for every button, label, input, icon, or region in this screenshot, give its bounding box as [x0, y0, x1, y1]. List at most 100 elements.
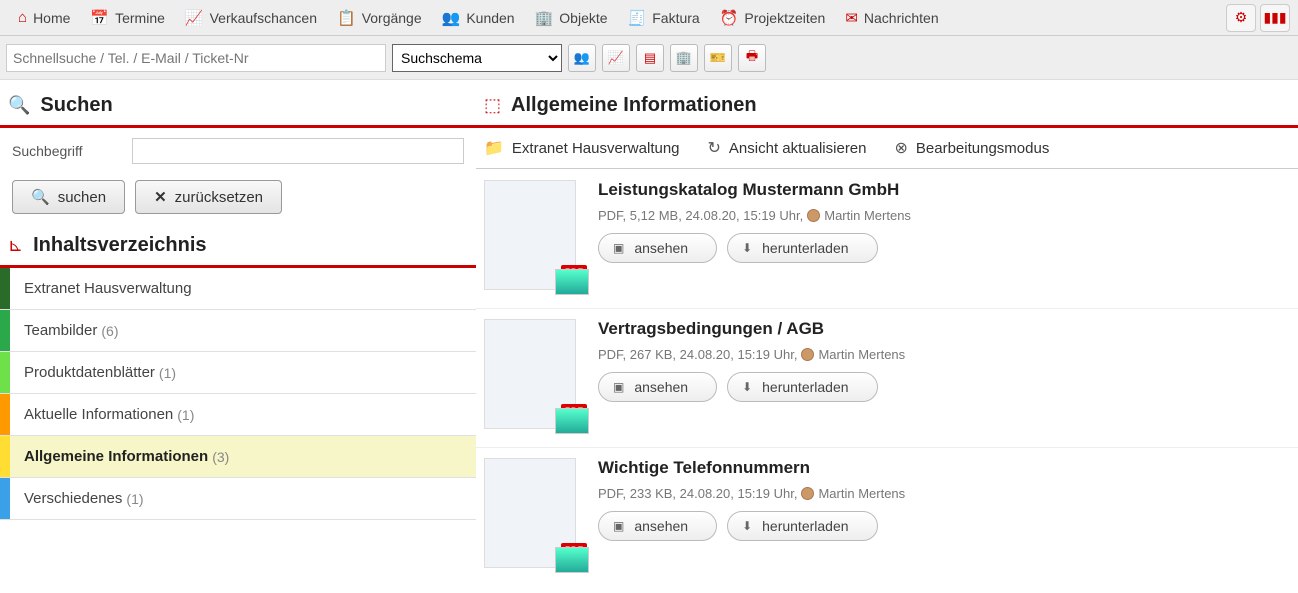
topnav-item-4[interactable]: 👥 Kunden	[432, 0, 525, 36]
topnav-item-2[interactable]: 📈 Verkaufschancen	[175, 0, 327, 36]
gear-icon: ⚙	[1235, 9, 1248, 26]
nav-label: Verkaufschancen	[210, 10, 317, 26]
toc-count: (6)	[101, 323, 118, 339]
author-avatar-icon	[801, 487, 814, 500]
author-avatar-icon	[801, 348, 814, 361]
download-button[interactable]: ⬇herunterladen	[727, 233, 877, 263]
search-icon: 🔍	[31, 188, 50, 206]
view-icon: ▣	[613, 241, 624, 255]
view-icon: ▣	[613, 380, 624, 394]
document-meta: PDF, 233 KB, 24.08.20, 15:19 Uhr, Martin…	[598, 486, 1290, 501]
document-thumbnail[interactable]: PDF	[484, 180, 576, 290]
schema-opportunities-button[interactable]: 📈	[602, 44, 630, 72]
extranet-link[interactable]: 📁Extranet Hausverwaltung	[484, 138, 680, 158]
toc-color-bar	[0, 310, 10, 351]
toc-color-bar	[0, 268, 10, 309]
schema-customers-button[interactable]: 👥	[568, 44, 596, 72]
reset-button[interactable]: ✕zurücksetzen	[135, 180, 282, 214]
document-meta: PDF, 267 KB, 24.08.20, 15:19 Uhr, Martin…	[598, 347, 1290, 362]
toc-item-2[interactable]: Produktdatenblätter (1)	[0, 352, 476, 394]
document-title: Wichtige Telefonnummern	[598, 458, 1290, 478]
nav-icon: 📅	[90, 9, 109, 27]
search-term-label: Suchbegriff	[12, 143, 132, 159]
view-icon: ▣	[613, 519, 624, 533]
topnav-item-5[interactable]: 🏢Objekte	[525, 0, 618, 36]
folder-icon: 📁	[484, 138, 504, 158]
edit-mode-link[interactable]: ⊗Bearbeitungsmodus	[895, 138, 1050, 158]
nav-icon: 🏢	[535, 9, 554, 27]
view-button[interactable]: ▣ansehen	[598, 372, 717, 402]
topnav-item-6[interactable]: 🧾 Faktura	[618, 0, 710, 36]
topnav-item-1[interactable]: 📅Termine	[80, 0, 174, 36]
topnav-item-3[interactable]: 📋 Vorgänge	[327, 0, 432, 36]
toc-color-bar	[0, 352, 10, 393]
nav-icon: 📈	[185, 9, 204, 27]
nav-label: Projektzeiten	[744, 10, 825, 26]
building-icon: 🏢	[676, 50, 692, 66]
printer-icon: 🖶	[746, 47, 758, 69]
top-navigation: ⌂Home📅Termine 📈 Verkaufschancen 📋 Vorgänge 👥 K…	[0, 0, 1298, 36]
nav-icon: 👥	[442, 9, 461, 27]
left-panel: 🔍 Suchen Suchbegriff 🔍suchen ✕zurücksetz…	[0, 80, 476, 586]
toc-color-bar	[0, 478, 10, 519]
toc-item-0[interactable]: Extranet Hausverwaltung	[0, 268, 476, 310]
bar-chart-icon: ▮▮▮	[1263, 9, 1286, 26]
view-button[interactable]: ▣ansehen	[598, 511, 717, 541]
chart-icon: 📈	[608, 50, 624, 66]
search-button[interactable]: 🔍suchen	[12, 180, 125, 214]
quick-search-bar: Suchschema 👥 📈 ▤ 🏢 🎫 🖶	[0, 36, 1298, 80]
people-icon: 👥	[574, 50, 590, 66]
settings-button[interactable]: ⚙	[1226, 4, 1256, 32]
toc-item-5[interactable]: Verschiedenes (1)	[0, 478, 476, 520]
toc-item-3[interactable]: Aktuelle Informationen (1)	[0, 394, 476, 436]
search-panel-title: 🔍 Suchen	[0, 80, 476, 128]
thumb-overlay	[555, 269, 589, 295]
nav-label: Faktura	[652, 10, 699, 26]
quicksearch-input[interactable]	[6, 44, 386, 72]
edit-mode-icon: ⊗	[895, 138, 908, 158]
download-button[interactable]: ⬇herunterladen	[727, 511, 877, 541]
toc-label: Allgemeine Informationen	[10, 448, 208, 465]
thumb-overlay	[555, 547, 589, 573]
toc-count: (1)	[177, 407, 194, 423]
document-author: Martin Mertens	[818, 347, 905, 362]
toc-label: Produktdatenblätter	[10, 364, 155, 381]
schema-tickets-button[interactable]: 🎫	[704, 44, 732, 72]
nav-icon: 🧾	[628, 9, 647, 27]
document-item: PDFLeistungskatalog Mustermann GmbHPDF, …	[476, 169, 1298, 308]
document-thumbnail[interactable]: PDF	[484, 458, 576, 568]
document-thumbnail[interactable]: PDF	[484, 319, 576, 429]
search-schema-select[interactable]: Suchschema	[392, 44, 562, 72]
refresh-view-link[interactable]: ↻Ansicht aktualisieren	[708, 138, 867, 158]
nav-icon: 📋	[337, 9, 356, 27]
schema-objects-button[interactable]: 🏢	[670, 44, 698, 72]
ticket-icon: 🎫	[710, 50, 726, 66]
nav-label: Vorgänge	[362, 10, 422, 26]
toc-panel-heading: Inhaltsverzeichnis	[33, 234, 206, 257]
nav-label: Home	[33, 10, 70, 26]
toc-count: (1)	[126, 491, 143, 507]
toc-panel-title: ⊾ Inhaltsverzeichnis	[0, 228, 476, 268]
toc-label: Verschiedenes	[10, 490, 122, 507]
schema-print-button[interactable]: 🖶	[738, 44, 766, 72]
nav-label: Kunden	[466, 10, 514, 26]
nav-icon: ✉	[845, 9, 858, 27]
toc-item-1[interactable]: Teambilder (6)	[0, 310, 476, 352]
view-button[interactable]: ▣ansehen	[598, 233, 717, 263]
search-term-input[interactable]	[132, 138, 464, 164]
stats-button[interactable]: ▮▮▮	[1260, 4, 1290, 32]
topnav-item-8[interactable]: ✉Nachrichten	[835, 0, 948, 36]
close-icon: ✕	[154, 188, 167, 206]
topnav-item-7[interactable]: ⏰Projektzeiten	[710, 0, 836, 36]
toc-item-4[interactable]: Allgemeine Informationen (3)	[0, 436, 476, 478]
topnav-item-0[interactable]: ⌂Home	[8, 0, 80, 36]
document-author: Martin Mertens	[818, 486, 905, 501]
download-button[interactable]: ⬇herunterladen	[727, 372, 877, 402]
content-panel-title: ⬚ Allgemeine Informationen	[476, 80, 1298, 128]
document-item: PDF Wichtige Telefonnummern PDF, 233 KB, 2…	[476, 447, 1298, 586]
toc-count: (3)	[212, 449, 229, 465]
download-icon: ⬇	[742, 519, 752, 533]
schema-documents-button[interactable]: ▤	[636, 44, 664, 72]
toc-count: (1)	[159, 365, 176, 381]
content-actions-bar: 📁Extranet Hausverwaltung ↻Ansicht aktual…	[476, 128, 1298, 169]
